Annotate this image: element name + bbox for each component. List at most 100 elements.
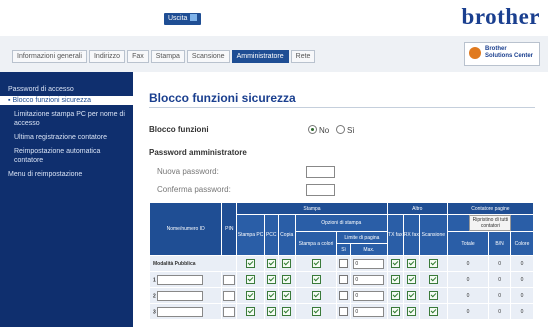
checkbox-stampa-colori[interactable] xyxy=(311,307,321,316)
cell-rx xyxy=(402,255,420,272)
checkbox-copia[interactable] xyxy=(282,307,292,316)
table-row: Modalità Pubblica 0 0 0 0 xyxy=(148,255,535,272)
confirm-password-input[interactable] xyxy=(306,184,335,196)
sidebar-item-reimpostazione-contatore[interactable]: Reimpostazione automatica contatore xyxy=(0,147,133,165)
tab-stampa[interactable]: Stampa xyxy=(150,50,185,63)
checkbox-scansione[interactable] xyxy=(428,291,438,300)
cell-tx xyxy=(386,303,404,320)
checkbox-scansione[interactable] xyxy=(428,275,438,284)
checkbox-rx[interactable] xyxy=(406,291,416,300)
row-id-cell: 1 xyxy=(148,271,223,288)
cell-totale: 0 xyxy=(446,271,490,288)
sidebar: Password di accesso ▪ Blocco funzioni si… xyxy=(0,72,133,327)
title-divider xyxy=(149,107,535,108)
cell-colore: 0 xyxy=(509,287,535,304)
checkbox-limite-si[interactable] xyxy=(339,291,349,300)
main-content: Blocco funzioni sicurezza Blocco funzion… xyxy=(133,72,548,327)
checkbox-tx[interactable] xyxy=(390,275,400,284)
checkbox-stampa-colori[interactable] xyxy=(311,275,321,284)
checkbox-limite-si[interactable] xyxy=(339,307,349,316)
id-input[interactable] xyxy=(157,274,204,285)
new-password-label: Nuova password: xyxy=(157,167,219,176)
checkbox-tx[interactable] xyxy=(390,259,400,268)
checkbox-stampa-colori[interactable] xyxy=(311,259,321,268)
checkbox-copia[interactable] xyxy=(282,275,292,284)
pin-input[interactable] xyxy=(223,290,236,301)
confirm-password-label: Conferma password: xyxy=(157,185,231,194)
tab-amministratore[interactable]: Amministratore xyxy=(231,50,289,63)
checkbox-rx[interactable] xyxy=(406,275,416,284)
cell-bn: 0 xyxy=(488,271,511,288)
col-header-stampa-colori: Stampa a colori xyxy=(294,231,338,256)
checkbox-tx[interactable] xyxy=(390,291,400,300)
logout-button[interactable]: Uscita xyxy=(164,13,202,25)
id-input[interactable] xyxy=(157,306,204,317)
sidebar-item-password-accesso[interactable]: Password di accesso xyxy=(0,85,133,94)
checkbox-copia[interactable] xyxy=(282,291,292,300)
cell-pcc xyxy=(263,271,279,288)
tab-rete[interactable]: Rete xyxy=(290,50,316,63)
cell-bn: 0 xyxy=(488,255,511,272)
tab-scansione[interactable]: Scansione xyxy=(186,50,230,63)
checkbox-scansione[interactable] xyxy=(428,259,438,268)
checkbox-pcc[interactable] xyxy=(266,307,276,316)
checkbox-copia[interactable] xyxy=(282,259,292,268)
checkbox-pcc[interactable] xyxy=(266,291,276,300)
max-input[interactable]: 0 xyxy=(353,290,385,301)
col-header-rx: RX fax xyxy=(402,214,420,256)
cell-rx xyxy=(402,271,420,288)
checkbox-stampa-pc[interactable] xyxy=(246,275,256,284)
radio-no-dot xyxy=(308,125,317,134)
sidebar-item-limitazione-stampa[interactable]: Limitazione stampa PC per nome di access… xyxy=(0,110,133,128)
checkbox-pcc[interactable] xyxy=(266,259,276,268)
sidebar-item-ultima-registrazione[interactable]: Ultima registrazione contatore xyxy=(0,133,133,142)
checkbox-rx[interactable] xyxy=(406,307,416,316)
radio-si[interactable]: Sì xyxy=(336,125,355,135)
checkbox-limite-si[interactable] xyxy=(339,259,349,268)
sidebar-item-menu-reimpostazione[interactable]: Menu di reimpostazione xyxy=(0,170,133,179)
top-bar: Uscita brother xyxy=(0,0,548,36)
checkbox-limite-si[interactable] xyxy=(339,275,349,284)
id-input[interactable] xyxy=(157,290,204,301)
cell-totale: 0 xyxy=(446,287,490,304)
sidebar-item-blocco-funzioni[interactable]: ▪ Blocco funzioni sicurezza xyxy=(0,96,133,105)
tab-list: Informazioni generali Indirizzo Fax Stam… xyxy=(12,50,317,63)
row-id-cell: 3 xyxy=(148,303,223,320)
col-header-stampa: Stampa xyxy=(236,202,388,215)
cell-pin xyxy=(221,287,238,304)
checkbox-stampa-pc[interactable] xyxy=(246,259,256,268)
cell-copia xyxy=(277,287,296,304)
cell-limite-si xyxy=(336,255,351,272)
checkbox-stampa-pc[interactable] xyxy=(246,307,256,316)
max-input[interactable]: 0 xyxy=(353,306,385,317)
col-header-altro: Altro xyxy=(386,202,448,215)
checkbox-pcc[interactable] xyxy=(266,275,276,284)
checkbox-stampa-colori[interactable] xyxy=(311,291,321,300)
solutions-center-button[interactable]: Brother Solutions Center xyxy=(464,42,540,66)
checkbox-stampa-pc[interactable] xyxy=(246,291,256,300)
lock-label: Blocco funzioni xyxy=(149,125,209,134)
new-password-input[interactable] xyxy=(306,166,335,178)
max-input[interactable]: 0 xyxy=(353,274,385,285)
tab-indirizzo[interactable]: Indirizzo xyxy=(88,50,126,63)
col-header-stampa-pc: Stampa PC xyxy=(236,214,265,256)
cell-pcc xyxy=(263,303,279,320)
tab-fax[interactable]: Fax xyxy=(127,50,149,63)
reset-cell: Ripristino di tutti contatori xyxy=(446,214,535,232)
pin-input[interactable] xyxy=(223,274,236,285)
cell-scansione xyxy=(418,255,448,272)
cell-scansione xyxy=(418,303,448,320)
radio-no[interactable]: No xyxy=(308,125,329,135)
cell-pin xyxy=(221,303,238,320)
checkbox-tx[interactable] xyxy=(390,307,400,316)
checkbox-scansione[interactable] xyxy=(428,307,438,316)
pin-input[interactable] xyxy=(223,306,236,317)
max-input[interactable]: 0 xyxy=(353,258,385,269)
solutions-center-icon xyxy=(469,47,481,59)
tab-informazioni-generali[interactable]: Informazioni generali xyxy=(12,50,87,63)
cell-stampa-colori xyxy=(294,255,338,272)
reset-counters-button[interactable]: Ripristino di tutti contatori xyxy=(469,215,512,231)
checkbox-rx[interactable] xyxy=(406,259,416,268)
col-header-contatore: Contatore pagine xyxy=(446,202,535,215)
row-number: 3 xyxy=(153,308,156,315)
